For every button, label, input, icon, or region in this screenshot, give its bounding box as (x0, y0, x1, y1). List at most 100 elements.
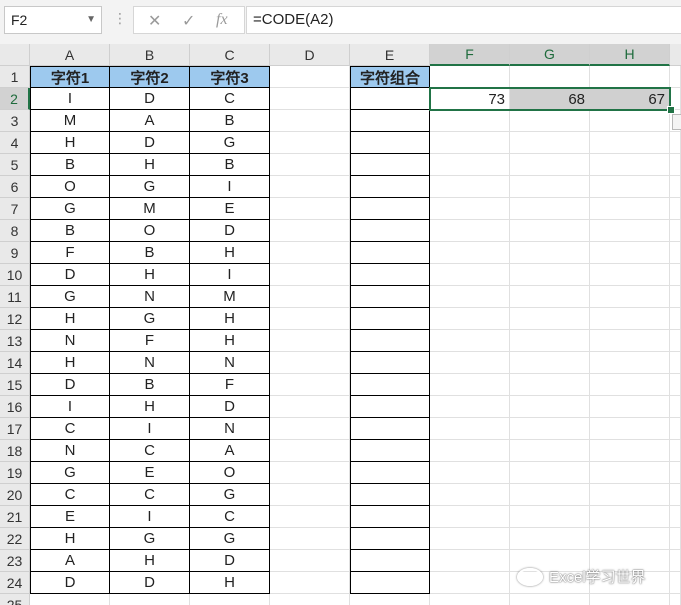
grid-cell[interactable] (270, 418, 350, 440)
fill-handle[interactable] (667, 106, 675, 114)
combine-cell[interactable] (350, 351, 430, 374)
row-header-9[interactable]: 9 (0, 242, 30, 264)
grid-cell[interactable] (670, 440, 681, 462)
grid-cell[interactable] (510, 66, 590, 88)
grid-cell[interactable] (590, 176, 670, 198)
grid-cell[interactable] (590, 264, 670, 286)
grid-cell[interactable] (670, 308, 681, 330)
data-cell[interactable]: D (30, 263, 110, 286)
grid-cell[interactable] (430, 462, 510, 484)
grid-cell[interactable] (590, 330, 670, 352)
grid-cell[interactable] (270, 462, 350, 484)
combine-cell[interactable] (350, 87, 430, 110)
grid-cell[interactable] (430, 418, 510, 440)
grid-cell[interactable] (670, 286, 681, 308)
data-cell[interactable]: B (30, 153, 110, 176)
row-header-1[interactable]: 1 (0, 66, 30, 88)
row-header-14[interactable]: 14 (0, 352, 30, 374)
grid-cell[interactable] (590, 110, 670, 132)
grid-cell[interactable] (30, 594, 110, 605)
data-cell[interactable]: G (109, 307, 190, 330)
data-cell[interactable]: B (109, 241, 190, 264)
grid-cell[interactable] (670, 506, 681, 528)
row-header-24[interactable]: 24 (0, 572, 30, 594)
row-header-4[interactable]: 4 (0, 132, 30, 154)
grid-cell[interactable] (670, 66, 681, 88)
grid-cell[interactable] (270, 396, 350, 418)
grid-cell[interactable] (510, 132, 590, 154)
data-cell[interactable]: N (30, 439, 110, 462)
data-cell[interactable]: C (109, 483, 190, 506)
data-cell[interactable]: E (189, 197, 270, 220)
grid-cell[interactable] (670, 264, 681, 286)
combine-cell[interactable] (350, 571, 430, 594)
row-header-16[interactable]: 16 (0, 396, 30, 418)
data-cell[interactable]: A (109, 109, 190, 132)
data-cell[interactable]: D (189, 219, 270, 242)
grid-cell[interactable] (670, 418, 681, 440)
data-cell[interactable]: I (109, 505, 190, 528)
grid-cell[interactable] (670, 242, 681, 264)
row-header-17[interactable]: 17 (0, 418, 30, 440)
data-cell[interactable]: M (30, 109, 110, 132)
grid-cell[interactable] (430, 220, 510, 242)
enter-icon[interactable]: ✓ (182, 11, 195, 31)
row-header-6[interactable]: 6 (0, 176, 30, 198)
row-header-5[interactable]: 5 (0, 154, 30, 176)
column-header-g[interactable]: G (510, 44, 590, 66)
grid-cell[interactable] (430, 594, 510, 605)
grid-cell[interactable] (590, 242, 670, 264)
grid-cell[interactable] (270, 242, 350, 264)
data-cell[interactable]: D (30, 373, 110, 396)
grid-cell[interactable] (670, 550, 681, 572)
grid-cell[interactable] (270, 440, 350, 462)
grid-cell[interactable] (590, 440, 670, 462)
row-header-10[interactable]: 10 (0, 264, 30, 286)
data-cell[interactable]: N (189, 351, 270, 374)
grid-cell[interactable] (270, 264, 350, 286)
row-header-2[interactable]: 2 (0, 88, 30, 110)
grid-cell[interactable] (430, 176, 510, 198)
data-cell[interactable]: F (30, 241, 110, 264)
table-header-a1[interactable]: 字符1 (30, 66, 110, 88)
grid-cell[interactable] (270, 594, 350, 605)
grid-cell[interactable] (270, 110, 350, 132)
data-cell[interactable]: D (30, 571, 110, 594)
table-header-b1[interactable]: 字符2 (109, 66, 190, 88)
data-cell[interactable]: F (109, 329, 190, 352)
combine-cell[interactable] (350, 483, 430, 506)
grid-cell[interactable] (510, 176, 590, 198)
grid-cell[interactable] (430, 308, 510, 330)
grid-cell[interactable] (430, 264, 510, 286)
combine-cell[interactable] (350, 153, 430, 176)
row-header-3[interactable]: 3 (0, 110, 30, 132)
data-cell[interactable]: G (189, 483, 270, 506)
grid-cell[interactable] (510, 330, 590, 352)
grid-cell[interactable] (510, 528, 590, 550)
grid-cell[interactable] (430, 528, 510, 550)
grid-cell[interactable] (270, 528, 350, 550)
row-header-11[interactable]: 11 (0, 286, 30, 308)
data-cell[interactable]: D (189, 395, 270, 418)
grid-cell[interactable] (590, 484, 670, 506)
combine-cell[interactable] (350, 307, 430, 330)
grid-cell[interactable] (350, 594, 430, 605)
grid-cell[interactable] (510, 484, 590, 506)
data-cell[interactable]: B (109, 373, 190, 396)
grid-cell[interactable] (430, 286, 510, 308)
combine-cell[interactable] (350, 461, 430, 484)
data-cell[interactable]: H (30, 131, 110, 154)
grid-cell[interactable] (510, 154, 590, 176)
column-header-d[interactable]: D (270, 44, 350, 66)
column-header-f[interactable]: F (430, 44, 510, 66)
grid-cell[interactable] (510, 462, 590, 484)
formula-input[interactable]: =CODE(A2) (246, 6, 681, 34)
grid-cell[interactable] (510, 594, 590, 605)
grid-cell[interactable] (430, 572, 510, 594)
grid-cell[interactable] (590, 506, 670, 528)
data-cell[interactable]: G (189, 527, 270, 550)
row-header-15[interactable]: 15 (0, 374, 30, 396)
combine-cell[interactable] (350, 219, 430, 242)
data-cell[interactable]: N (109, 351, 190, 374)
grid-cell[interactable] (270, 352, 350, 374)
